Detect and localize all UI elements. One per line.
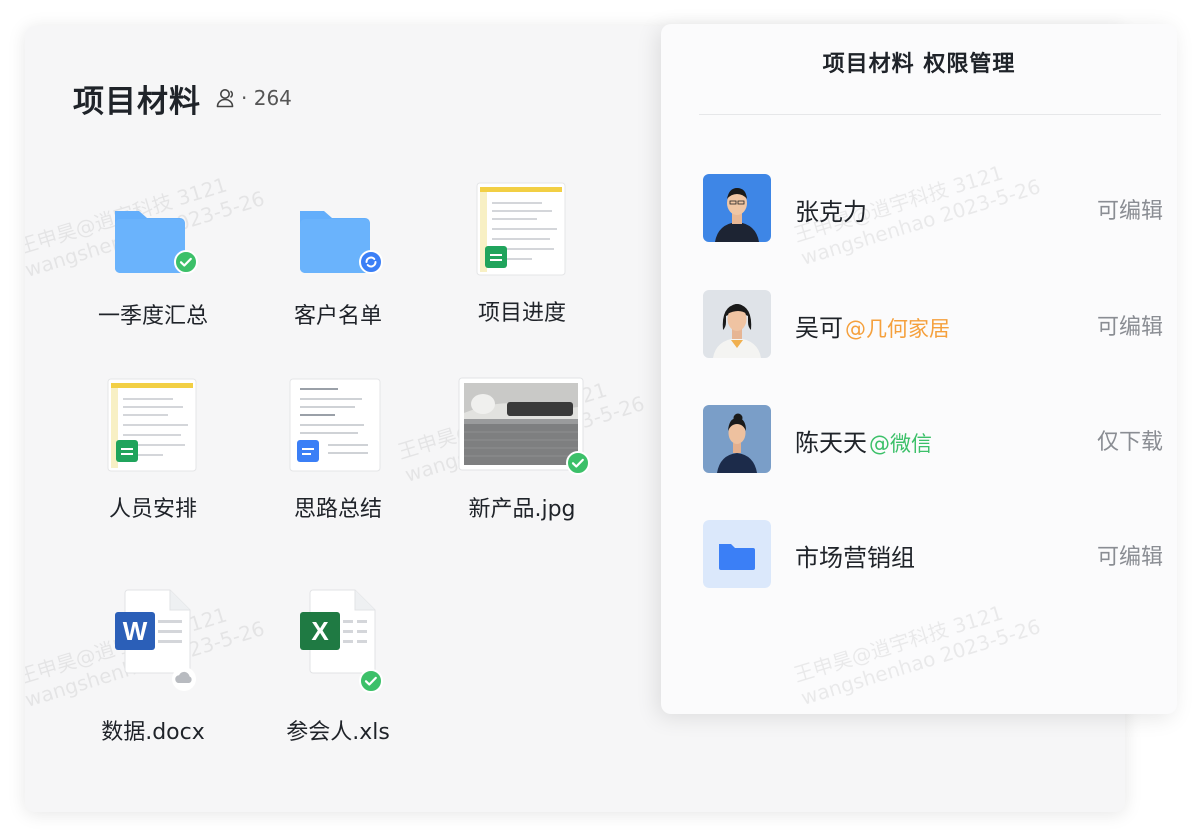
svg-text:X: X [311, 616, 329, 646]
permission-label[interactable]: 仅下载 [1097, 424, 1163, 456]
member-name-text: 吴可 [795, 314, 843, 342]
permission-row[interactable]: 张克力 可编辑 [703, 174, 1163, 244]
file-item-folder[interactable]: 客户名单 [253, 181, 423, 351]
app-frame: 王申昊@逍宇科技 3121wangshenhao 2023-5-26 王申昊@逍… [0, 0, 1202, 838]
sheet-document-icon [476, 182, 566, 276]
watermark: 王申昊@逍宇科技 3121wangshenhao 2023-5-26 [791, 600, 1044, 710]
file-item-excel[interactable]: X 参会人.xls [253, 586, 423, 756]
sheet-document-icon [107, 378, 197, 472]
word-document-icon: W [115, 589, 191, 674]
file-name: 新产品.jpg [468, 497, 576, 522]
members-icon [216, 89, 234, 108]
folder-icon [115, 211, 185, 273]
permission-label[interactable]: 可编辑 [1097, 309, 1163, 341]
excel-document-icon: X [300, 589, 376, 674]
member-count-value: · 264 [241, 86, 292, 110]
member-name: 吴可@几何家居 [795, 308, 950, 343]
folder-header: 项目材料 · 264 [73, 78, 292, 120]
permission-label[interactable]: 可编辑 [1097, 193, 1163, 225]
file-item-sheet[interactable]: 人员安排 [68, 374, 238, 544]
cloud-badge-icon [172, 667, 196, 691]
file-item-folder[interactable]: 一季度汇总 [68, 181, 238, 351]
member-name: 市场营销组 [795, 538, 915, 573]
file-name: 项目进度 [477, 301, 566, 326]
file-name: 参会人.xls [286, 720, 390, 745]
page-title: 项目材料 [73, 83, 201, 120]
text-document-icon [289, 378, 381, 472]
synced-badge-icon [566, 451, 590, 475]
file-item-word[interactable]: W 数据.docx [68, 586, 238, 756]
divider [699, 114, 1161, 115]
member-name-text: 张克力 [795, 198, 867, 226]
permission-panel: 王申昊@逍宇科技 3121 wangshenhao 2023-5-26 王申昊@逍… [661, 24, 1177, 714]
syncing-badge-icon [359, 250, 383, 274]
avatar [703, 290, 771, 358]
member-name: 张克力 [795, 192, 867, 227]
synced-badge-icon [174, 250, 198, 274]
member-org-tag: @微信 [869, 432, 932, 456]
file-name: 数据.docx [101, 720, 205, 745]
permission-label[interactable]: 可编辑 [1097, 539, 1163, 571]
file-name: 一季度汇总 [97, 304, 208, 329]
member-name-text: 陈天天 [795, 429, 867, 457]
file-item-sheet[interactable]: 项目进度 [437, 178, 607, 348]
file-name: 思路总结 [293, 497, 382, 522]
panel-title: 项目材料 权限管理 [822, 52, 1016, 77]
permission-row[interactable]: 吴可@几何家居 可编辑 [703, 290, 1163, 360]
permission-row[interactable]: 陈天天@微信 仅下载 [703, 405, 1163, 475]
member-name: 陈天天@微信 [795, 423, 932, 458]
member-org-tag: @几何家居 [845, 317, 950, 341]
permission-row[interactable]: 市场营销组 可编辑 [703, 520, 1163, 590]
avatar [703, 174, 771, 242]
member-name-text: 市场营销组 [795, 544, 915, 572]
folder-icon [300, 211, 370, 273]
member-count[interactable]: · 264 [215, 86, 292, 110]
file-item-doc[interactable]: 思路总结 [253, 374, 423, 544]
avatar [703, 405, 771, 473]
file-name: 人员安排 [108, 497, 197, 522]
synced-badge-icon [359, 669, 383, 693]
group-folder-icon [703, 520, 771, 588]
svg-text:W: W [123, 616, 148, 646]
file-name: 客户名单 [293, 304, 382, 329]
file-item-image[interactable]: 新产品.jpg [437, 374, 607, 544]
